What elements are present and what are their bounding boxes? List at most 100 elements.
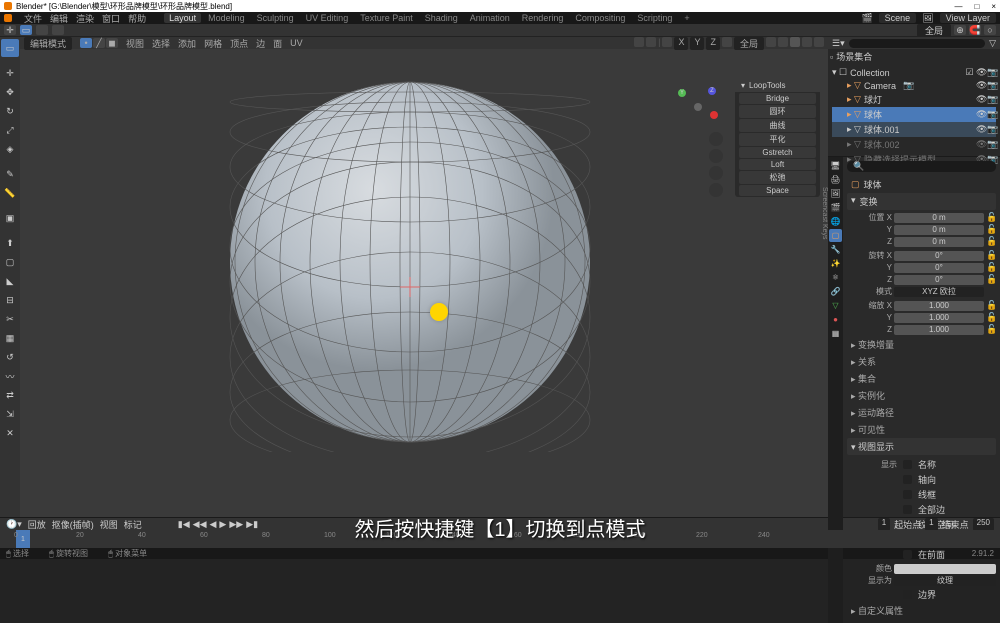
scale-z-field[interactable]: 1.000 xyxy=(894,325,984,335)
gizmo-center[interactable] xyxy=(694,103,702,111)
lock-icon[interactable]: 🔓 xyxy=(986,212,996,223)
menu-help[interactable]: 帮助 xyxy=(128,12,146,25)
sidebar-tab-text[interactable]: Screencast Keys xyxy=(821,187,828,240)
check-name[interactable] xyxy=(903,460,912,469)
first-frame-button[interactable]: ▮◀ xyxy=(178,519,190,530)
current-frame-field[interactable]: 1 xyxy=(878,518,890,531)
inset-tool[interactable]: ▢ xyxy=(1,253,19,271)
extrude-tool[interactable]: ⬆ xyxy=(1,234,19,252)
tree-sphere002[interactable]: ▸ ▽球体.002 👁📷 xyxy=(832,137,996,152)
menu-file[interactable]: 文件 xyxy=(24,12,42,25)
vp-menu-select[interactable]: 选择 xyxy=(152,37,170,50)
add-cube-tool[interactable]: ▣ xyxy=(1,209,19,227)
visibility-section[interactable]: ▸ 可见性 xyxy=(847,421,996,438)
check-wire[interactable] xyxy=(903,490,912,499)
tl-playback[interactable]: 回放 xyxy=(28,518,46,531)
delta-section[interactable]: ▸ 变换增量 xyxy=(847,336,996,353)
tab-animation[interactable]: Animation xyxy=(465,13,515,23)
vp-orient[interactable]: 全局 xyxy=(734,37,764,50)
vp-menu-edge[interactable]: 边 xyxy=(256,37,265,50)
rot-z-field[interactable]: 0° xyxy=(894,275,984,285)
shading-matprev-icon[interactable] xyxy=(802,37,812,47)
looptools-space[interactable]: Space xyxy=(739,185,816,196)
select-tool-icon[interactable]: ▭ xyxy=(20,25,32,35)
timeline-type-icon[interactable]: 🕐▾ xyxy=(6,519,22,530)
start-frame-field[interactable]: 1 xyxy=(925,518,937,531)
cam-icon[interactable] xyxy=(709,166,723,180)
play-back-button[interactable]: ◀ xyxy=(210,519,217,530)
menu-render[interactable]: 渲染 xyxy=(76,12,94,25)
menu-window[interactable]: 窗口 xyxy=(102,12,120,25)
looptools-relax[interactable]: 松弛 xyxy=(739,171,816,184)
tab-modeling[interactable]: Modeling xyxy=(203,13,250,23)
maximize-button[interactable]: □ xyxy=(974,2,979,11)
tl-view[interactable]: 视图 xyxy=(100,518,118,531)
ptab-physics[interactable]: ⚛ xyxy=(829,271,842,284)
vp-menu-vertex[interactable]: 顶点 xyxy=(230,37,248,50)
3d-viewport[interactable]: 编辑模式 • ╱ ◼ 视图 选择 添加 网格 顶点 边 面 UV | X Y Z xyxy=(20,37,828,517)
select-box-tool[interactable]: ▭ xyxy=(1,39,19,57)
measure-tool[interactable]: 📏 xyxy=(1,184,19,202)
shading-wire-icon[interactable] xyxy=(778,37,788,47)
shading-solid-icon[interactable] xyxy=(790,37,800,47)
minimize-button[interactable]: — xyxy=(954,2,962,11)
vp-xray-icon[interactable] xyxy=(662,37,672,47)
check-bounds[interactable] xyxy=(903,590,912,599)
collections-section[interactable]: ▸ 集合 xyxy=(847,370,996,387)
next-key-button[interactable]: ▶▶ xyxy=(229,519,243,530)
gizmo-y[interactable]: Y xyxy=(678,89,686,97)
end-frame-field[interactable]: 250 xyxy=(973,518,994,531)
looptools-bridge[interactable]: Bridge xyxy=(739,93,816,104)
last-frame-button[interactable]: ▶▮ xyxy=(246,519,258,530)
viewlayer-selector[interactable]: View Layer xyxy=(940,13,996,23)
tab-add[interactable]: + xyxy=(679,13,694,23)
face-mode-icon[interactable]: ◼ xyxy=(106,38,118,48)
spin-tool[interactable]: ↺ xyxy=(1,348,19,366)
persp-icon[interactable] xyxy=(709,183,723,197)
vertex-mode-icon[interactable]: • xyxy=(80,38,92,48)
smooth-tool[interactable]: 〰 xyxy=(1,367,19,385)
ptab-material[interactable]: ● xyxy=(829,313,842,326)
looptools-header[interactable]: ▾ LoopTools xyxy=(735,79,820,92)
vp-menu-face[interactable]: 面 xyxy=(273,37,282,50)
looptools-flatten[interactable]: 平化 xyxy=(739,133,816,146)
display-as-dropdown[interactable]: 纹理 xyxy=(894,576,996,586)
custom-props-section[interactable]: ▸ 自定义属性 xyxy=(847,602,996,619)
relations-section[interactable]: ▸ 关系 xyxy=(847,353,996,370)
motion-section[interactable]: ▸ 运动路径 xyxy=(847,404,996,421)
scale-y-field[interactable]: 1.000 xyxy=(894,313,984,323)
rot-y-field[interactable]: 0° xyxy=(894,263,984,273)
ptab-output[interactable]: 🖨 xyxy=(829,173,842,186)
transform-tool[interactable]: ◈ xyxy=(1,140,19,158)
ptab-render[interactable]: 🖥 xyxy=(829,159,842,172)
looptools-circle[interactable]: 圆环 xyxy=(739,105,816,118)
gizmo-z[interactable]: Z xyxy=(708,87,716,95)
ptab-particles[interactable]: ✨ xyxy=(829,257,842,270)
tree-sphere001[interactable]: ▸ ▽球体.001 👁📷 xyxy=(832,122,996,137)
vp-gizmo-toggle[interactable] xyxy=(634,37,644,47)
vp-menu-view[interactable]: 视图 xyxy=(126,37,144,50)
gizmo-x[interactable] xyxy=(710,111,718,119)
tool3-icon[interactable] xyxy=(36,25,48,35)
vp-axis-x[interactable]: X xyxy=(674,37,688,50)
snap-dropdown[interactable]: 全局 xyxy=(917,24,951,37)
prev-key-button[interactable]: ◀◀ xyxy=(193,519,207,530)
tab-shading[interactable]: Shading xyxy=(420,13,463,23)
menu-edit[interactable]: 编辑 xyxy=(50,12,68,25)
ptab-scene[interactable]: 🎬 xyxy=(829,201,842,214)
vp-axis-y[interactable]: Y xyxy=(690,37,704,50)
tree-collection[interactable]: ▾ ☐Collection ☑👁📷 xyxy=(832,66,996,79)
rotate-tool[interactable]: ↻ xyxy=(1,102,19,120)
tab-rendering[interactable]: Rendering xyxy=(517,13,569,23)
looptools-curve[interactable]: 曲线 xyxy=(739,119,816,132)
loc-y-field[interactable]: 0 m xyxy=(894,225,984,235)
tool4-icon[interactable] xyxy=(52,25,64,35)
frame-marker[interactable]: 1 xyxy=(16,530,30,548)
rip-tool[interactable]: ✕ xyxy=(1,424,19,442)
tl-keying[interactable]: 抠像(插帧) xyxy=(52,518,94,531)
play-button[interactable]: ▶ xyxy=(219,519,226,530)
outliner-type-icon[interactable]: ☰▾ xyxy=(832,38,845,49)
ptab-data[interactable]: ▽ xyxy=(829,299,842,312)
move-tool[interactable]: ✥ xyxy=(1,83,19,101)
tab-layout[interactable]: Layout xyxy=(164,13,201,23)
